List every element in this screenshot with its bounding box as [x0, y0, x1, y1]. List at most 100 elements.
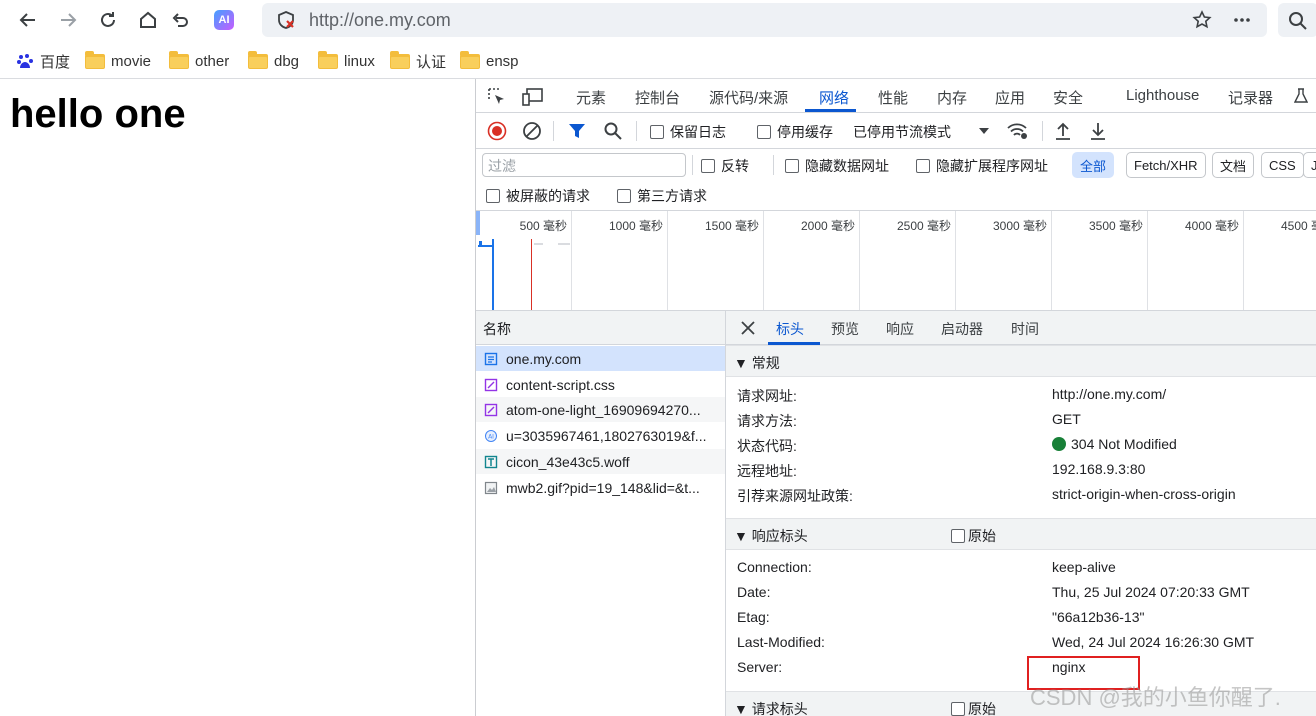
tab-recorder[interactable]: 记录器	[1228, 87, 1273, 108]
checkbox[interactable]	[757, 125, 771, 139]
bookmark-other[interactable]: other	[169, 50, 229, 71]
bookmark-renzheng[interactable]: 认证	[390, 50, 446, 71]
header-key: 远程地址:	[737, 463, 797, 479]
request-row[interactable]: content-script.css	[476, 372, 725, 397]
bookmark-star-icon[interactable]	[1192, 10, 1212, 30]
export-har-icon[interactable]	[1089, 121, 1107, 141]
forward-arrow-icon	[61, 13, 77, 27]
general-section-header[interactable]: ▼ 常规	[726, 345, 1316, 377]
tab-console[interactable]: 控制台	[635, 87, 680, 108]
header-key: Etag:	[737, 609, 770, 625]
header-key: Last-Modified:	[737, 634, 825, 650]
tab-headers[interactable]: 标头	[776, 319, 804, 339]
bookmark-movie[interactable]: movie	[85, 50, 151, 71]
response-headers-section-header[interactable]: ▼ 响应标头 原始	[726, 518, 1316, 550]
type-filter-js[interactable]: J	[1303, 152, 1316, 178]
name-column-header[interactable]: 名称	[476, 311, 725, 345]
timeline-tick-label: 1000 毫秒	[608, 219, 663, 233]
url-text[interactable]: http://one.my.com	[309, 10, 451, 31]
invert-checkbox[interactable]: 反转	[701, 156, 749, 176]
tab-elements[interactable]: 元素	[576, 87, 606, 108]
tab-initiator[interactable]: 启动器	[941, 319, 983, 339]
type-filter-fetch-xhr[interactable]: Fetch/XHR	[1126, 152, 1206, 178]
search-icon	[1289, 12, 1307, 30]
hide-extension-urls-checkbox[interactable]: 隐藏扩展程序网址	[916, 156, 1048, 176]
tab-performance[interactable]: 性能	[878, 87, 908, 108]
request-row[interactable]: atom-one-light_16909694270...	[476, 397, 725, 422]
load-event-marker	[531, 239, 532, 310]
timeline-selection-handle[interactable]	[476, 211, 480, 235]
request-row[interactable]: cicon_43e43c5.woff	[476, 449, 725, 474]
network-timeline-overview[interactable]: 500 毫秒 1000 毫秒 1500 毫秒 2000 毫秒 2500 毫秒 3…	[476, 211, 1316, 311]
search-button[interactable]	[1278, 3, 1316, 37]
back-button[interactable]	[14, 6, 42, 34]
checkbox[interactable]	[951, 702, 965, 716]
bookmark-ensp[interactable]: ensp	[460, 50, 519, 71]
tab-network[interactable]: 网络	[819, 87, 849, 108]
record-stop-icon[interactable]	[487, 121, 507, 141]
more-dots-icon[interactable]	[1232, 10, 1252, 30]
timeline-tick: 2500 毫秒	[860, 211, 956, 310]
hide-data-urls-label: 隐藏数据网址	[805, 158, 889, 174]
header-key: Connection:	[737, 559, 812, 575]
tab-timing[interactable]: 时间	[1011, 319, 1039, 339]
request-row[interactable]: mwb2.gif?pid=19_148&lid=&t...	[476, 475, 725, 500]
reload-button[interactable]	[94, 6, 122, 34]
checkbox[interactable]	[617, 189, 631, 203]
toolbar-separator	[773, 155, 774, 175]
ai-assistant-icon[interactable]: AI	[214, 10, 234, 30]
folder-icon	[460, 50, 480, 69]
tab-security[interactable]: 安全	[1053, 87, 1083, 108]
checkbox[interactable]	[486, 189, 500, 203]
bookmark-baidu[interactable]: 百度	[16, 51, 70, 71]
tab-response[interactable]: 响应	[886, 319, 914, 339]
checkbox[interactable]	[650, 125, 664, 139]
filter-input[interactable]: 过滤	[482, 153, 686, 177]
network-conditions-icon[interactable]	[1006, 121, 1028, 141]
tab-lighthouse[interactable]: Lighthouse	[1126, 87, 1199, 104]
home-button[interactable]	[134, 6, 162, 34]
type-filter-css[interactable]: CSS	[1261, 152, 1304, 178]
checkbox[interactable]	[916, 159, 930, 173]
raw-checkbox[interactable]: 原始	[951, 699, 996, 716]
third-party-checkbox[interactable]: 第三方请求	[617, 186, 707, 206]
inspect-element-icon[interactable]	[487, 87, 507, 107]
not-secure-shield-icon[interactable]	[276, 10, 296, 30]
bookmark-dbg[interactable]: dbg	[248, 50, 299, 71]
timeline-tick: 500 毫秒	[476, 211, 572, 310]
hide-data-urls-checkbox[interactable]: 隐藏数据网址	[785, 156, 889, 176]
undo-close-button[interactable]	[166, 6, 194, 34]
checkbox[interactable]	[785, 159, 799, 173]
folder-icon	[318, 50, 338, 69]
filter-funnel-icon[interactable]	[568, 122, 586, 140]
bookmark-linux[interactable]: linux	[318, 50, 375, 71]
checkbox[interactable]	[701, 159, 715, 173]
throttling-select[interactable]: 已停用节流模式	[853, 122, 951, 142]
tab-sources[interactable]: 源代码/来源	[709, 87, 788, 108]
invert-label: 反转	[721, 158, 749, 174]
timeline-tick-label: 500 毫秒	[519, 219, 567, 233]
chevron-down-icon[interactable]	[978, 127, 990, 135]
close-icon[interactable]	[741, 321, 755, 335]
request-row[interactable]: one.my.com	[476, 346, 725, 371]
tab-application[interactable]: 应用	[995, 87, 1025, 108]
checkbox[interactable]	[951, 529, 965, 543]
type-filter-all[interactable]: 全部	[1072, 152, 1115, 178]
folder-icon	[390, 50, 410, 69]
device-toolbar-icon[interactable]	[522, 87, 544, 107]
address-bar[interactable]: http://one.my.com	[262, 3, 1267, 37]
disable-cache-checkbox[interactable]: 停用缓存	[757, 122, 833, 142]
import-har-icon[interactable]	[1054, 121, 1072, 141]
preserve-log-checkbox[interactable]: 保留日志	[650, 122, 726, 142]
header-value: http://one.my.com/	[1052, 386, 1167, 402]
devtools-tab-bar: 元素 控制台 源代码/来源 网络 性能 内存 应用 安全 Lighthouse …	[476, 79, 1316, 113]
type-filter-doc[interactable]: 文档	[1212, 152, 1255, 178]
clear-icon[interactable]	[522, 121, 542, 141]
request-row[interactable]: AI u=3035967461,1802763019&f...	[476, 423, 725, 448]
forward-button[interactable]	[54, 6, 82, 34]
tab-preview[interactable]: 预览	[831, 319, 859, 339]
tab-memory[interactable]: 内存	[937, 87, 967, 108]
search-icon[interactable]	[603, 121, 623, 141]
raw-checkbox[interactable]: 原始	[951, 526, 996, 546]
blocked-requests-checkbox[interactable]: 被屏蔽的请求	[486, 186, 590, 206]
